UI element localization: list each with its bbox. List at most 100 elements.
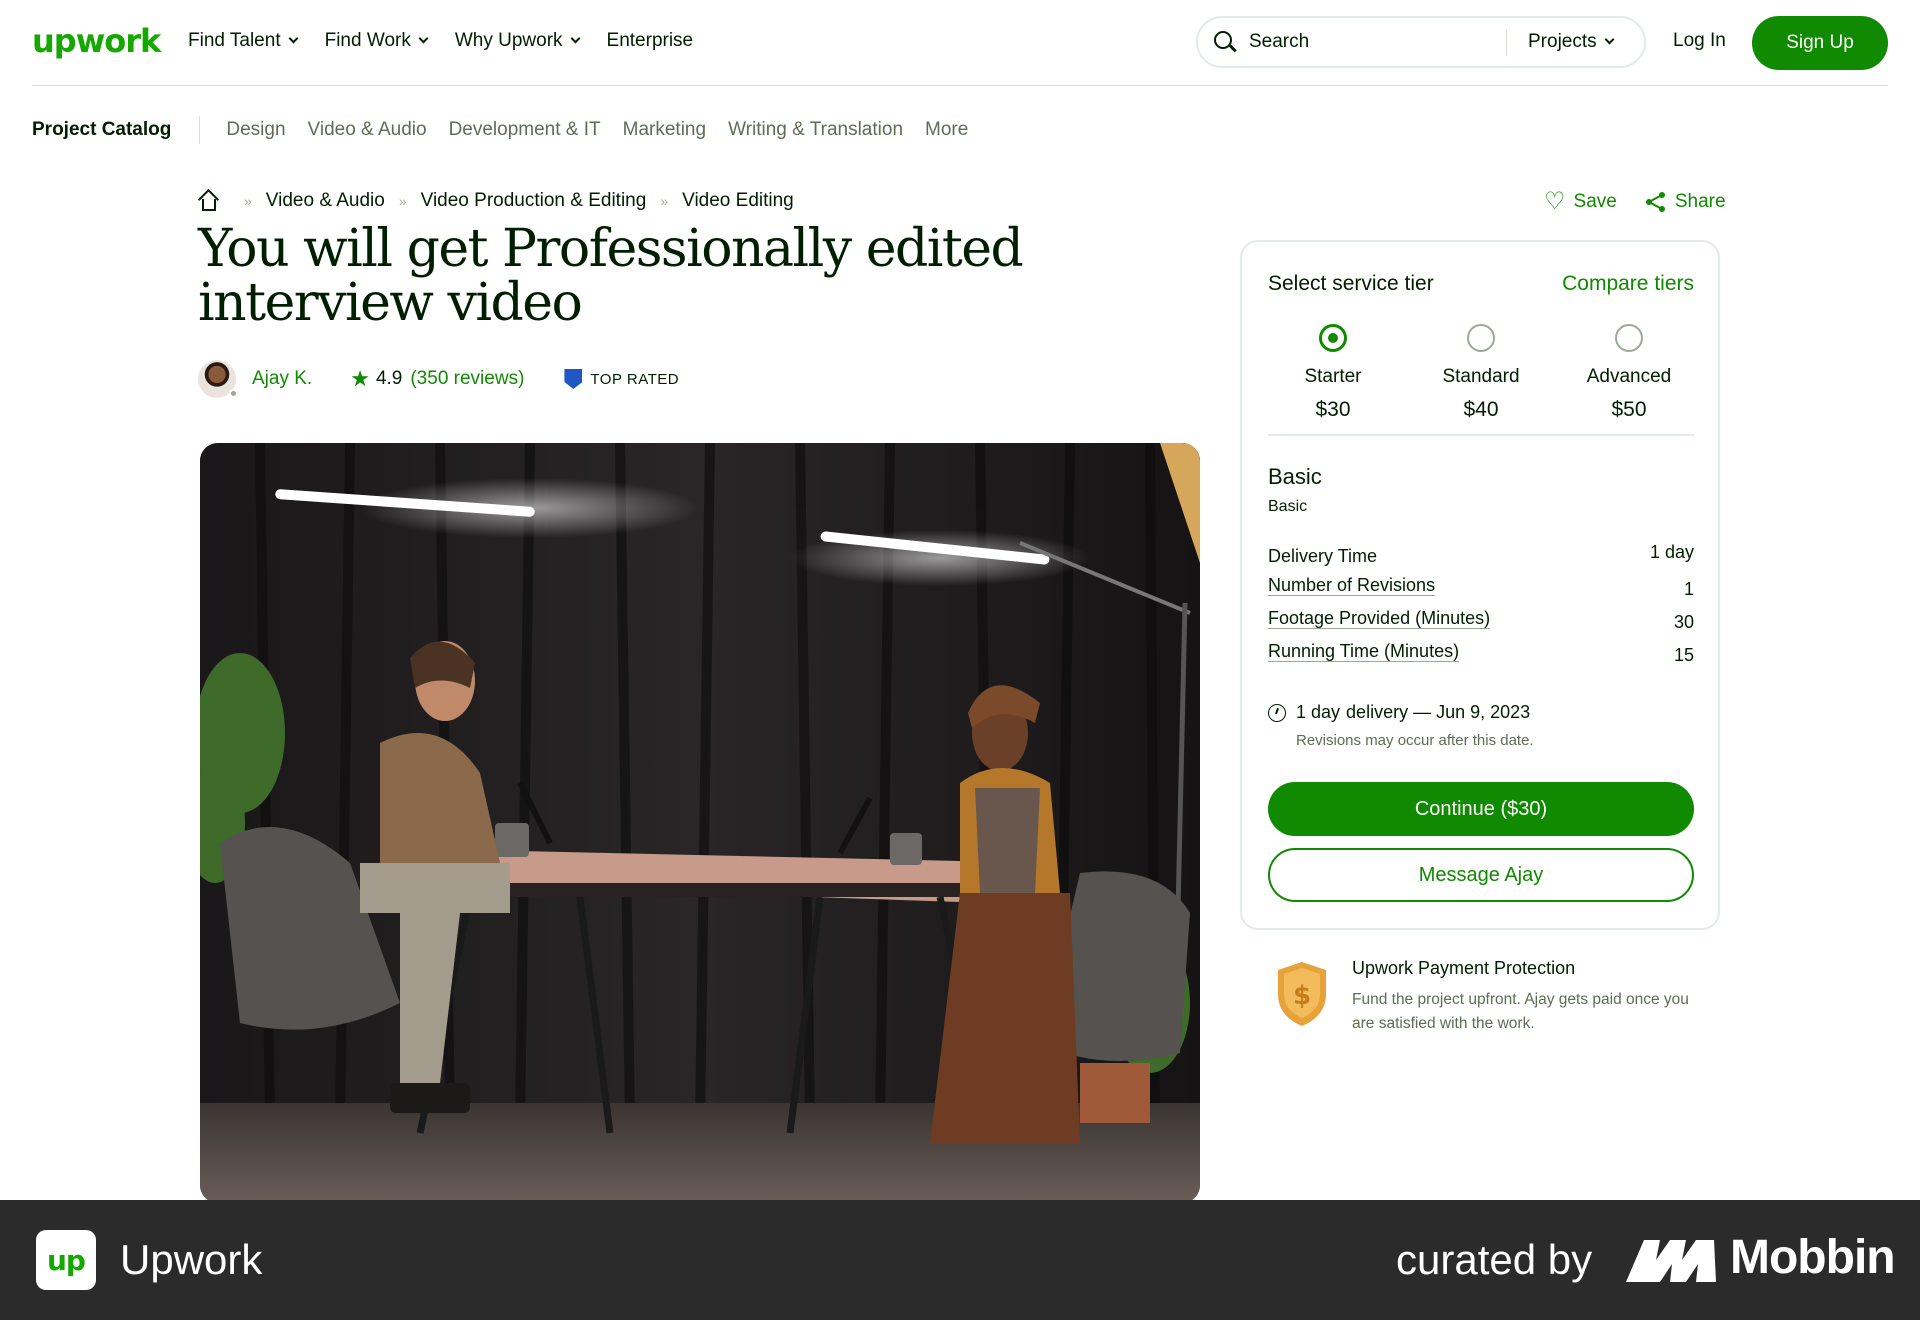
package-specs: Delivery Time 1 day Number of Revisions … — [1268, 542, 1694, 674]
breadcrumb-item[interactable]: Video Editing — [682, 190, 794, 212]
protection-title: Upwork Payment Protection — [1352, 958, 1576, 978]
main-nav: Find Talent Find Work Why Upwork Enterpr… — [188, 30, 721, 52]
spec-label[interactable]: Footage Provided (Minutes) — [1268, 608, 1490, 629]
home-icon[interactable] — [197, 188, 220, 211]
spec-row: Running Time (Minutes) 15 — [1268, 641, 1694, 674]
spec-label[interactable]: Running Time (Minutes) — [1268, 641, 1459, 662]
tier-options: Starter $30 Standard $40 Advanced $50 — [1268, 324, 1694, 422]
top-rated-badge-icon — [564, 369, 583, 389]
nav-label: Why Upwork — [454, 30, 563, 51]
breadcrumb-separator: » — [398, 193, 407, 209]
breadcrumb-item[interactable]: Video Production & Editing — [421, 190, 647, 212]
delivery-info: 1 day delivery — Jun 9, 2023 — [1268, 702, 1530, 723]
catalog-link-development[interactable]: Development & IT — [449, 119, 601, 141]
mobbin-wordmark: Mobbin — [1730, 1231, 1896, 1284]
tier-price: $40 — [1463, 398, 1499, 421]
search-scope-dropdown[interactable]: Projects — [1528, 31, 1615, 53]
project-hero-image[interactable] — [200, 443, 1200, 1203]
chevron-down-icon — [1604, 34, 1615, 45]
nav-label: Enterprise — [606, 30, 694, 51]
nav-label: Find Talent — [188, 30, 281, 51]
heart-icon[interactable]: ♡ — [1544, 190, 1566, 214]
breadcrumb-separator: » — [244, 193, 252, 209]
catalog-divider — [199, 116, 201, 144]
chevron-down-icon — [570, 33, 580, 44]
curated-by-label: curated by — [1396, 1236, 1593, 1283]
seller-info: Ajay K. ★ 4.9 (350 reviews) TOP RATED — [198, 360, 679, 398]
spec-label: Delivery Time — [1268, 546, 1378, 566]
catalog-link-writing[interactable]: Writing & Translation — [728, 119, 903, 141]
breadcrumb-separator: » — [660, 193, 669, 209]
seller-name[interactable]: Ajay K. — [252, 368, 312, 390]
upwork-app-icon: up — [36, 1230, 96, 1290]
curated-footer-banner: up Upwork curated by Mobbin — [0, 1200, 1920, 1320]
tier-card-header: Select service tier Compare tiers — [1268, 272, 1694, 296]
rating-value: 4.9 — [375, 368, 403, 389]
top-rated-badge: TOP RATED — [590, 370, 680, 388]
shield-dollar-icon: $ — [1278, 962, 1326, 1026]
spec-label[interactable]: Number of Revisions — [1268, 575, 1435, 596]
share-button[interactable]: Share — [1675, 191, 1726, 213]
share-icon[interactable] — [1645, 191, 1667, 213]
tier-name: Standard — [1442, 366, 1520, 387]
nav-label: Find Work — [324, 30, 411, 51]
tier-price: $50 — [1611, 398, 1647, 421]
tier-option-starter[interactable]: Starter $30 — [1268, 324, 1398, 422]
spec-row: Delivery Time 1 day — [1268, 542, 1694, 575]
search-divider — [1506, 30, 1507, 56]
save-share-actions: ♡ Save Share — [1544, 190, 1726, 214]
delivery-note: Revisions may occur after this date. — [1296, 732, 1534, 749]
compare-tiers-link[interactable]: Compare tiers — [1562, 272, 1694, 296]
spec-row: Number of Revisions 1 — [1268, 575, 1694, 608]
breadcrumb-item[interactable]: Video & Audio — [266, 190, 385, 212]
tier-name: Starter — [1304, 366, 1362, 387]
spec-row: Footage Provided (Minutes) 30 — [1268, 608, 1694, 641]
package-subtitle: Basic — [1268, 498, 1308, 515]
catalog-link-marketing[interactable]: Marketing — [623, 119, 706, 141]
tier-card-divider — [1268, 434, 1694, 436]
radio-unselected[interactable] — [1467, 324, 1495, 352]
message-seller-button[interactable]: Message Ajay — [1268, 848, 1694, 902]
catalog-title[interactable]: Project Catalog — [32, 119, 171, 141]
search-bar[interactable]: Search Projects — [1196, 16, 1646, 68]
continue-button[interactable]: Continue ($30) — [1268, 782, 1694, 836]
save-button[interactable]: Save — [1574, 191, 1617, 213]
tier-name: Advanced — [1586, 366, 1672, 387]
delivery-date: delivery — Jun 9, 2023 — [1346, 702, 1531, 722]
protection-text: Fund the project upfront. Ajay gets paid… — [1352, 991, 1689, 1032]
header-divider — [32, 85, 1888, 86]
chevron-down-icon — [418, 33, 429, 44]
tier-price: $30 — [1315, 398, 1351, 421]
catalog-link-more[interactable]: More — [925, 119, 968, 141]
nav-why-upwork[interactable]: Why Upwork — [454, 30, 580, 52]
catalog-nav: Project Catalog Design Video & Audio Dev… — [32, 116, 990, 144]
tier-option-standard[interactable]: Standard $40 — [1416, 324, 1546, 422]
app-name: Upwork — [120, 1236, 263, 1283]
catalog-link-design[interactable]: Design — [226, 119, 285, 141]
delivery-days: 1 day — [1296, 702, 1341, 722]
page-title: You will get Professionally edited inter… — [198, 219, 1024, 333]
radio-unselected[interactable] — [1615, 324, 1643, 352]
tier-option-advanced[interactable]: Advanced $50 — [1564, 324, 1694, 422]
spec-value: 1 day — [1649, 542, 1694, 562]
breadcrumb: » Video & Audio » Video Production & Edi… — [197, 188, 794, 212]
svg-text:$: $ — [1293, 981, 1311, 1011]
package-title: Basic — [1268, 464, 1322, 489]
top-navigation: upwork Find Talent Find Work Why Upwork … — [0, 0, 1920, 86]
radio-selected[interactable] — [1319, 324, 1347, 352]
spec-value: 15 — [1673, 645, 1694, 665]
login-link[interactable]: Log In — [1673, 30, 1726, 52]
nav-find-talent[interactable]: Find Talent — [188, 30, 299, 52]
spec-value: 30 — [1673, 612, 1694, 632]
upwork-logo[interactable]: upwork — [32, 22, 161, 60]
nav-find-work[interactable]: Find Work — [324, 30, 429, 52]
catalog-link-video-audio[interactable]: Video & Audio — [308, 119, 427, 141]
tier-card-title: Select service tier — [1268, 272, 1434, 295]
search-input[interactable]: Search — [1249, 31, 1309, 53]
spec-value: 1 — [1683, 579, 1694, 599]
nav-enterprise[interactable]: Enterprise — [607, 30, 694, 52]
signup-button[interactable]: Sign Up — [1752, 16, 1888, 70]
clock-icon — [1268, 703, 1286, 722]
reviews-link[interactable]: (350 reviews) — [410, 368, 524, 390]
avatar[interactable] — [198, 360, 238, 398]
